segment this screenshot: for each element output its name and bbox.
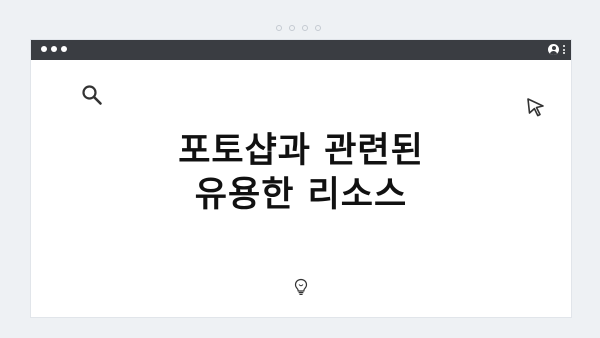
window-maximize-button[interactable] — [61, 46, 67, 52]
window-controls — [41, 46, 67, 52]
carousel-dot[interactable] — [315, 25, 321, 31]
window-close-button[interactable] — [41, 46, 47, 52]
page-title: 포토샵과 관련된 유용한 리소스 — [31, 129, 571, 217]
carousel-dot[interactable] — [276, 25, 282, 31]
carousel-indicator — [276, 25, 321, 31]
carousel-dot[interactable] — [302, 25, 308, 31]
cursor-arrow-icon — [527, 98, 544, 117]
window-titlebar — [31, 40, 571, 60]
user-icon[interactable] — [548, 44, 559, 55]
page: 포토샵과 관련된 유용한 리소스 — [0, 0, 600, 338]
browser-window: 포토샵과 관련된 유용한 리소스 — [31, 40, 571, 317]
page-title-line-1: 포토샵과 관련된 — [178, 131, 424, 171]
page-title-line-2: 유용한 리소스 — [194, 175, 408, 215]
lightbulb-icon — [294, 278, 308, 295]
search-icon — [82, 85, 102, 105]
kebab-menu-icon[interactable] — [563, 45, 565, 54]
titlebar-actions — [548, 44, 565, 55]
carousel-dot[interactable] — [289, 25, 295, 31]
window-minimize-button[interactable] — [51, 46, 57, 52]
